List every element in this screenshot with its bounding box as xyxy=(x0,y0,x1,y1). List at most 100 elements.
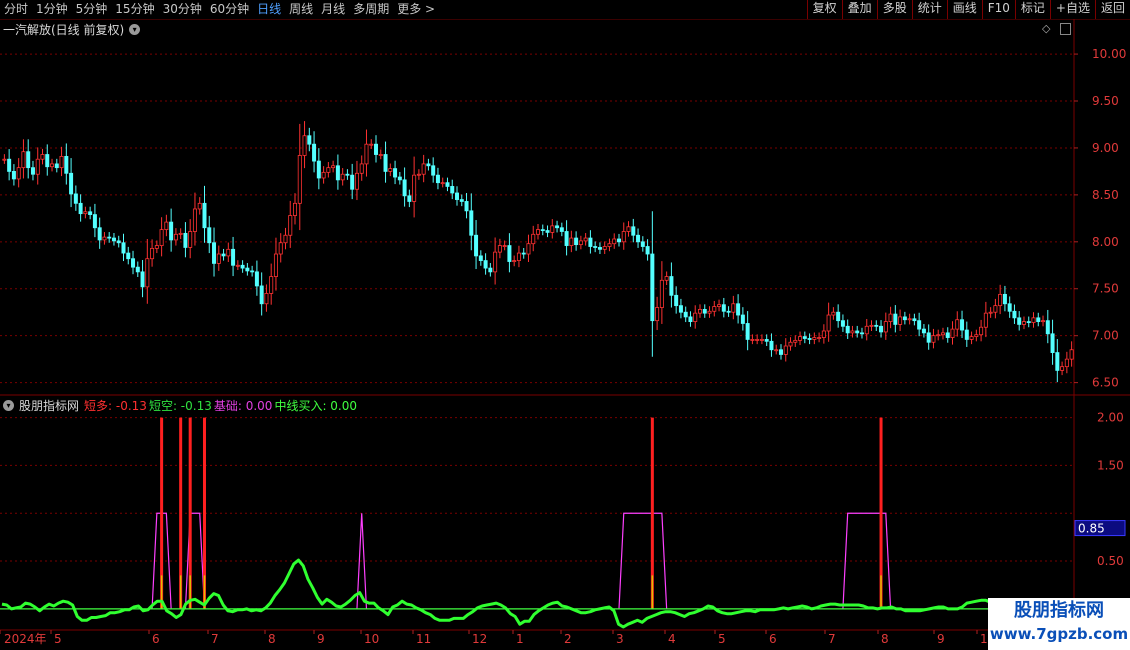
candle-body xyxy=(469,210,474,236)
candle-body xyxy=(197,202,202,210)
tool-buttons: 复权 叠加 多股 统计 画线 F10 标记 +自选 返回 xyxy=(806,0,1130,19)
stock-title: 一汽解放(日线 前复权) xyxy=(3,23,125,37)
candle-body xyxy=(788,341,793,347)
candle-body xyxy=(697,308,702,314)
candle-body xyxy=(526,243,531,255)
candle-body xyxy=(531,233,536,245)
time-label: 8 xyxy=(268,632,276,646)
time-label: 7 xyxy=(828,632,836,646)
chevron-down-icon[interactable]: ▾ xyxy=(3,400,14,411)
time-label: 9 xyxy=(317,632,325,646)
timeframe-tab-1[interactable]: 1分钟 xyxy=(32,0,72,19)
candle-body xyxy=(869,324,874,327)
stock-chart[interactable]: 10.00 9.50 9.00 8.50 8.00 7.50 7.00 6.50 2.00 1.5… xyxy=(0,0,1130,650)
candle-body xyxy=(578,240,583,246)
legend-item-0: 短多: -0.13 xyxy=(84,399,147,413)
candle-body xyxy=(674,294,679,307)
candle-body xyxy=(269,276,274,294)
candle-body xyxy=(92,214,97,229)
timeframe-tab-8[interactable]: 月线 xyxy=(317,0,349,19)
candle-body xyxy=(745,323,750,340)
candle-body xyxy=(778,349,783,355)
candle-body xyxy=(30,167,35,175)
candle-body xyxy=(59,155,64,169)
candle-body xyxy=(955,319,960,330)
candle-body xyxy=(1012,310,1017,319)
candle-body xyxy=(1017,317,1022,325)
timeframe-tab-3[interactable]: 15分钟 xyxy=(111,0,158,19)
candle-body xyxy=(564,231,569,246)
candle-body xyxy=(1031,317,1036,323)
tool-button-2[interactable]: 多股 xyxy=(876,0,912,19)
candle-body xyxy=(736,303,741,316)
candle-body xyxy=(907,318,912,321)
timeframe-tab-4[interactable]: 30分钟 xyxy=(159,0,206,19)
tool-button-8[interactable]: 返回 xyxy=(1094,0,1130,19)
timeframe-tab-2[interactable]: 5分钟 xyxy=(72,0,112,19)
timeframe-tab-9[interactable]: 多周期 xyxy=(349,0,393,19)
candle-body xyxy=(69,172,74,195)
short-short-line xyxy=(1,558,1015,629)
candle-body xyxy=(326,167,331,173)
candle-body xyxy=(902,316,907,321)
candle-body xyxy=(998,293,1003,307)
candle-body xyxy=(302,135,307,156)
candle-body xyxy=(602,246,607,250)
time-label: 2024年 xyxy=(4,632,47,646)
candle-body xyxy=(97,227,102,241)
chevron-down-icon[interactable]: ▾ xyxy=(129,24,141,35)
candle-body xyxy=(116,240,121,244)
candle-body xyxy=(574,237,579,246)
price-label: 8.00 xyxy=(1092,235,1119,249)
candle-body xyxy=(169,221,174,241)
candle-body xyxy=(983,312,988,328)
timeframe-tab-7[interactable]: 周线 xyxy=(285,0,317,19)
tool-button-4[interactable]: 画线 xyxy=(946,0,982,19)
candle-body xyxy=(1041,320,1046,323)
candle-body xyxy=(1064,358,1069,368)
tool-button-0[interactable]: 复权 xyxy=(806,0,842,19)
candle-body xyxy=(655,307,660,322)
candle-body xyxy=(555,225,560,229)
candle-body xyxy=(335,165,340,181)
candle-body xyxy=(540,229,545,232)
candle-body xyxy=(945,332,950,338)
candle-body xyxy=(979,326,984,336)
candle-body xyxy=(245,267,250,272)
candle-body xyxy=(1050,333,1055,353)
time-label: 2 xyxy=(564,632,572,646)
diamond-icon[interactable]: ◇ xyxy=(1042,22,1050,35)
candle-body xyxy=(721,304,726,312)
price-label: 9.00 xyxy=(1092,141,1119,155)
candle-body xyxy=(850,330,855,334)
tool-button-3[interactable]: 统计 xyxy=(911,0,947,19)
candle-body xyxy=(316,160,321,179)
candle-body xyxy=(974,334,979,338)
timeframe-tab-6[interactable]: 日线 xyxy=(253,0,285,19)
candle-body xyxy=(121,242,126,254)
candle-body xyxy=(445,182,450,187)
candle-body xyxy=(1007,303,1012,312)
indicator-title: 股朋指标网 xyxy=(19,399,80,413)
price-label: 8.50 xyxy=(1092,188,1119,202)
candle-body xyxy=(1055,352,1060,371)
time-label: 6 xyxy=(769,632,777,646)
candle-body xyxy=(874,324,879,327)
candle-body xyxy=(678,305,683,313)
candle-body xyxy=(50,163,55,168)
timeframe-tab-0[interactable]: 分时 xyxy=(0,0,32,19)
tool-button-1[interactable]: 叠加 xyxy=(841,0,877,19)
candle-body xyxy=(393,168,398,178)
candle-body xyxy=(164,221,169,231)
time-label: 8 xyxy=(881,632,889,646)
tool-button-7[interactable]: +自选 xyxy=(1049,0,1095,19)
candle-body xyxy=(917,320,922,330)
timeframe-tab-5[interactable]: 60分钟 xyxy=(206,0,253,19)
tool-button-6[interactable]: 标记 xyxy=(1014,0,1050,19)
panel-toggle-icon[interactable] xyxy=(1060,23,1071,35)
timeframe-tab-10[interactable]: 更多 > xyxy=(393,0,439,19)
candle-body xyxy=(664,276,669,281)
legend-item-2: 基础: 0.00 xyxy=(213,399,273,413)
tool-button-5[interactable]: F10 xyxy=(981,0,1015,19)
indicator-label: 1.50 xyxy=(1097,458,1124,472)
